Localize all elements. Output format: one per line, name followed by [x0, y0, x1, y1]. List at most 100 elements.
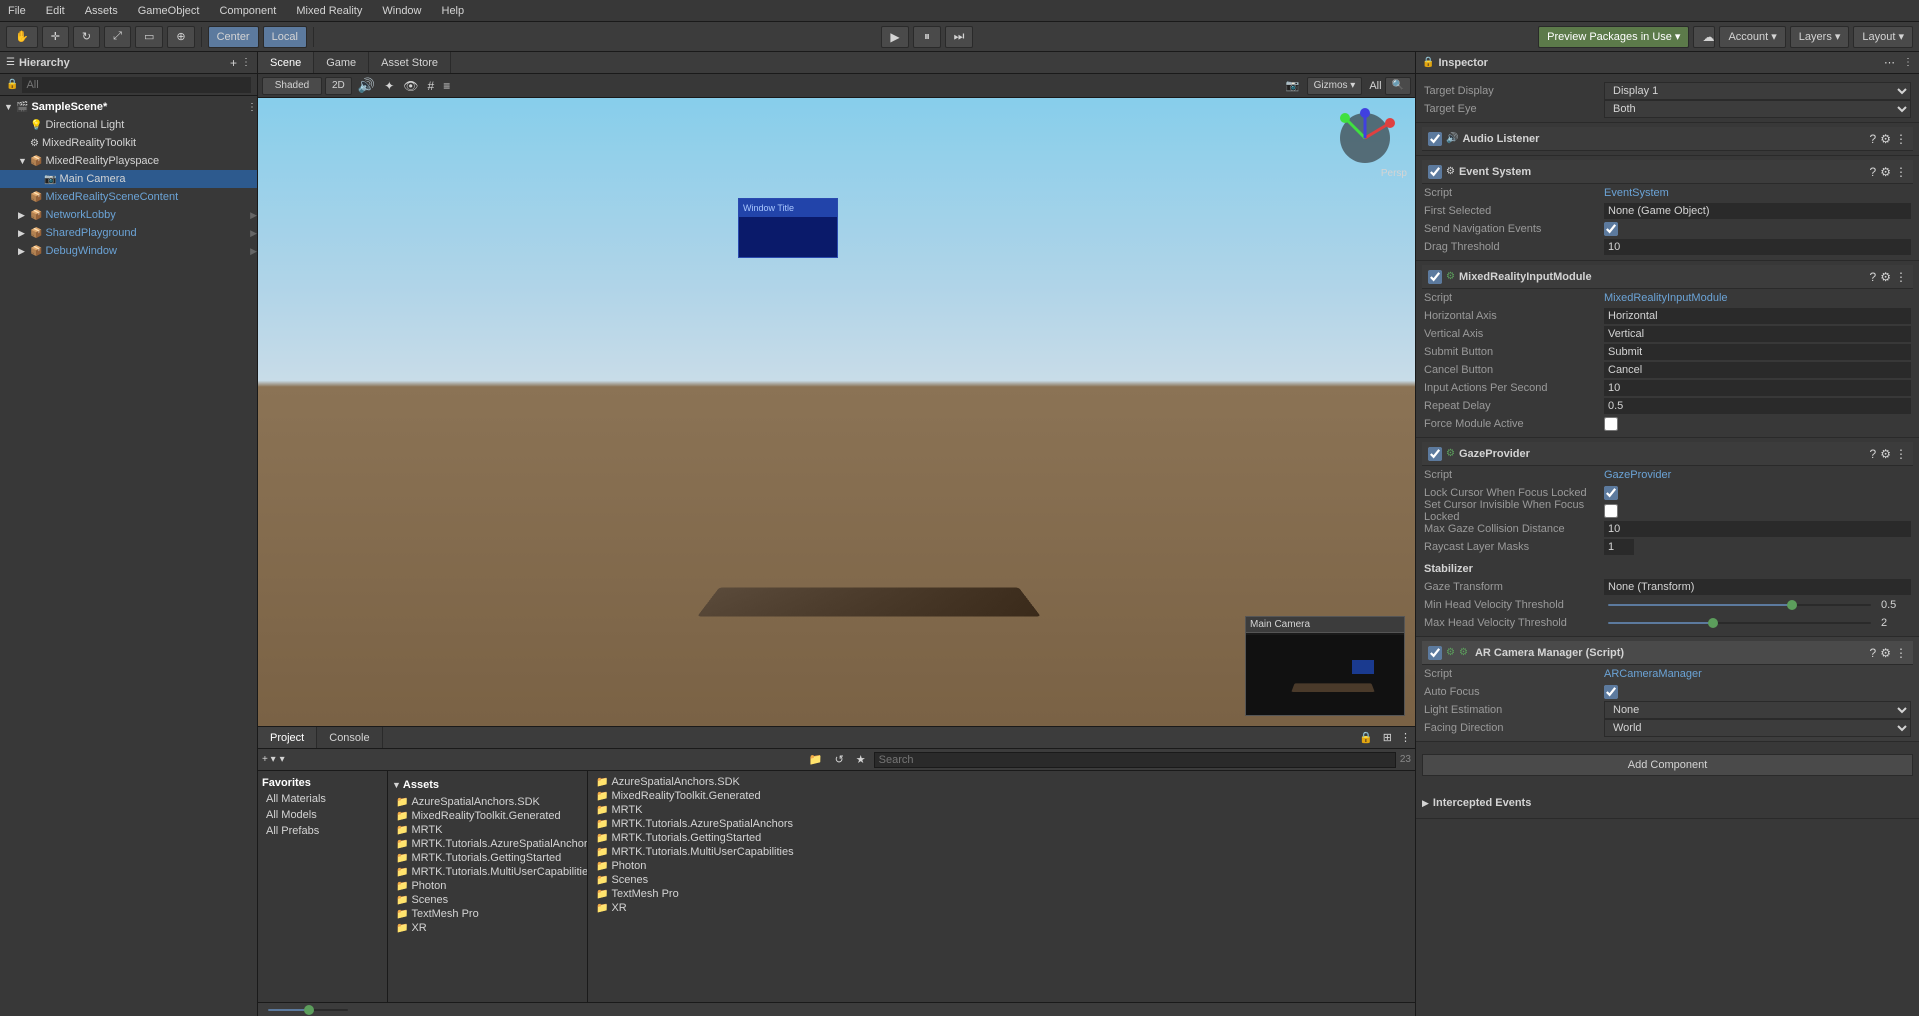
menu-assets[interactable]: Assets: [81, 3, 122, 19]
layers-btn[interactable]: Layers ▾: [1790, 26, 1850, 48]
view-2d-btn[interactable]: 2D: [325, 77, 352, 95]
add-component-button[interactable]: Add Component: [1422, 754, 1913, 776]
hierarchy-search-input[interactable]: [22, 77, 251, 93]
gizmos-dropdown[interactable]: Gizmos ▾: [1307, 77, 1363, 95]
ar-script-value[interactable]: ARCameraManager: [1604, 668, 1702, 680]
inspector-menu-icon[interactable]: ⋮: [1903, 57, 1913, 68]
tool-hand[interactable]: ✋: [6, 26, 38, 48]
fav-item-materials[interactable]: All Materials: [262, 791, 383, 807]
collab-btn[interactable]: ☁: [1693, 26, 1715, 48]
tab-scene[interactable]: Scene: [258, 52, 314, 73]
hierarchy-add-icon[interactable]: +: [230, 56, 237, 70]
audio-listener-settings[interactable]: ⚙: [1880, 132, 1891, 146]
asset-tree-item[interactable]: 📁AzureSpatialAnchors.SDK: [392, 795, 583, 809]
event-system-send-nav-checkbox[interactable]: [1604, 222, 1618, 236]
target-eye-dropdown[interactable]: Both: [1604, 100, 1911, 118]
zoom-slider-thumb[interactable]: [304, 1005, 314, 1015]
tool-rect[interactable]: ▭: [135, 26, 163, 48]
hierarchy-item-main-camera[interactable]: 📷 Main Camera: [0, 170, 257, 188]
scene-view-icon[interactable]: 👁: [400, 79, 421, 93]
gaze-raycast-value[interactable]: [1604, 539, 1634, 555]
tool-rotate[interactable]: ↻: [73, 26, 100, 48]
menu-component[interactable]: Component: [215, 3, 280, 19]
bottom-panel-maximize[interactable]: ⊞: [1379, 731, 1396, 744]
gaze-script-value[interactable]: GazeProvider: [1604, 469, 1671, 481]
stats-icon[interactable]: ≡: [440, 79, 453, 93]
max-head-slider[interactable]: [1608, 622, 1871, 624]
ar-auto-focus-checkbox[interactable]: [1604, 685, 1618, 699]
tool-move[interactable]: ✛: [42, 26, 69, 48]
hierarchy-scene-root[interactable]: ▼ 🎬 SampleScene* ⋮: [0, 98, 257, 116]
event-system-more[interactable]: ⋮: [1895, 165, 1907, 179]
pivot-local-btn[interactable]: Local: [263, 26, 307, 48]
asset-file-item[interactable]: 📁XR: [592, 901, 1411, 915]
fx-icon[interactable]: ✦: [381, 79, 397, 93]
bottom-search-input[interactable]: [874, 752, 1396, 768]
mrtk-cancel-btn-value[interactable]: [1604, 362, 1911, 378]
asset-tree-item[interactable]: 📁MixedRealityToolkit.Generated: [392, 809, 583, 823]
asset-file-item[interactable]: 📁MRTK.Tutorials.GettingStarted: [592, 831, 1411, 845]
play-button[interactable]: ▶: [881, 26, 909, 48]
mrtk-script-value[interactable]: MixedRealityInputModule: [1604, 292, 1728, 304]
mrtk-h-axis-value[interactable]: [1604, 308, 1911, 324]
gaze-provider-more[interactable]: ⋮: [1895, 447, 1907, 461]
bottom-folder-icon[interactable]: 📁: [805, 753, 827, 766]
hierarchy-item-mrtk[interactable]: ⚙ MixedRealityToolkit: [0, 134, 257, 152]
asset-tree-item[interactable]: 📁XR: [392, 921, 583, 935]
bottom-add-icon[interactable]: + ▾: [262, 754, 276, 765]
bottom-star-icon[interactable]: ★: [852, 753, 870, 766]
intercepted-events-header[interactable]: ▶ Intercepted Events: [1422, 792, 1913, 814]
viewport-search-btn[interactable]: 🔍: [1385, 77, 1411, 95]
gaze-provider-enabled[interactable]: [1428, 447, 1442, 461]
menu-gameobject[interactable]: GameObject: [134, 3, 204, 19]
event-system-script-value[interactable]: EventSystem: [1604, 187, 1669, 199]
pause-button[interactable]: ⏸: [913, 26, 941, 48]
hierarchy-more-icon[interactable]: ⋮: [241, 57, 251, 68]
asset-file-item[interactable]: 📁MRTK.Tutorials.AzureSpatialAnchors: [592, 817, 1411, 831]
hierarchy-item-playspace[interactable]: ▼ 📦 MixedRealityPlayspace: [0, 152, 257, 170]
assets-tree-toggle[interactable]: ▼: [392, 780, 401, 790]
ar-camera-manager-enabled[interactable]: [1428, 646, 1442, 660]
tab-console[interactable]: Console: [317, 727, 382, 748]
asset-tree-item[interactable]: 📁MRTK.Tutorials.MultiUserCapabilities: [392, 865, 583, 879]
asset-tree-item[interactable]: 📁Scenes: [392, 893, 583, 907]
ar-camera-manager-help[interactable]: ?: [1870, 646, 1877, 660]
bottom-scrollbar[interactable]: [258, 1002, 1415, 1016]
asset-file-item[interactable]: 📁MRTK: [592, 803, 1411, 817]
inspector-debug-btn[interactable]: ⋯: [1884, 56, 1895, 69]
event-system-drag-threshold-value[interactable]: [1604, 239, 1911, 255]
mrtk-input-module-enabled[interactable]: [1428, 270, 1442, 284]
event-system-first-selected-value[interactable]: [1604, 203, 1911, 219]
asset-file-item[interactable]: 📁AzureSpatialAnchors.SDK: [592, 775, 1411, 789]
bottom-panel-lock[interactable]: 🔒: [1353, 731, 1379, 744]
audio-listener-help[interactable]: ?: [1870, 132, 1877, 146]
fav-item-prefabs[interactable]: All Prefabs: [262, 823, 383, 839]
gaze-provider-settings[interactable]: ⚙: [1880, 447, 1891, 461]
step-button[interactable]: ⏭: [945, 26, 973, 48]
min-head-slider[interactable]: [1608, 604, 1871, 606]
account-btn[interactable]: Account ▾: [1719, 26, 1785, 48]
asset-file-item[interactable]: 📁MRTK.Tutorials.MultiUserCapabilities: [592, 845, 1411, 859]
hierarchy-item-debug-window[interactable]: ▶ 📦 DebugWindow ▶: [0, 242, 257, 260]
hierarchy-item-network-lobby[interactable]: ▶ 📦 NetworkLobby ▶: [0, 206, 257, 224]
asset-tree-item[interactable]: 📁MRTK: [392, 823, 583, 837]
ar-facing-direction-dropdown[interactable]: World: [1604, 719, 1911, 737]
pivot-center-btn[interactable]: Center: [208, 26, 259, 48]
fav-item-models[interactable]: All Models: [262, 807, 383, 823]
audio-listener-more[interactable]: ⋮: [1895, 132, 1907, 146]
mrtk-input-actions-value[interactable]: [1604, 380, 1911, 396]
shading-dropdown[interactable]: Shaded: [262, 77, 322, 95]
gaze-max-distance-value[interactable]: [1604, 521, 1911, 537]
gaze-lock-cursor-checkbox[interactable]: [1604, 486, 1618, 500]
hierarchy-menu-icon[interactable]: ☰: [6, 57, 15, 68]
hierarchy-item-scene-content[interactable]: 📦 MixedRealitySceneContent: [0, 188, 257, 206]
bottom-panel-menu[interactable]: ⋮: [1396, 731, 1415, 744]
asset-file-item[interactable]: 📁Photon: [592, 859, 1411, 873]
audio-icon[interactable]: 🔊: [355, 77, 378, 94]
zoom-slider[interactable]: [268, 1009, 348, 1011]
ar-camera-manager-settings[interactable]: ⚙: [1880, 646, 1891, 660]
ar-light-estimation-dropdown[interactable]: None: [1604, 701, 1911, 719]
hierarchy-item-shared-playground[interactable]: ▶ 📦 SharedPlayground ▶: [0, 224, 257, 242]
asset-tree-item[interactable]: 📁MRTK.Tutorials.AzureSpatialAnchors: [392, 837, 583, 851]
mrtk-input-module-more[interactable]: ⋮: [1895, 270, 1907, 284]
